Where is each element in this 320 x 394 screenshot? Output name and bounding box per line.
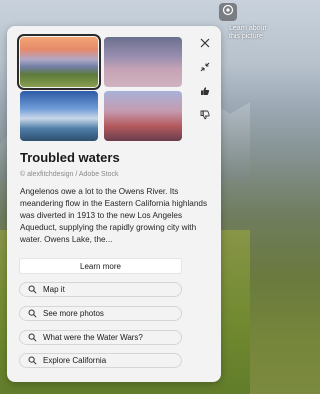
dislike-button[interactable] — [197, 108, 213, 124]
card-title: Troubled waters — [20, 150, 120, 165]
search-icon — [28, 356, 37, 365]
thumbs-up-icon — [200, 83, 210, 101]
collapse-button[interactable] — [197, 60, 213, 76]
close-button[interactable] — [197, 36, 213, 52]
chip-water-wars[interactable]: What were the Water Wars? — [19, 330, 182, 345]
search-icon — [28, 333, 37, 342]
chip-map-it[interactable]: Map it — [19, 282, 182, 297]
info-card: Troubled waters © alexfitchdesign / Adob… — [7, 26, 221, 382]
learn-about-picture-label: Learn about this picture — [229, 25, 267, 40]
camera-button[interactable] — [219, 3, 237, 21]
thumbs-down-icon — [200, 107, 210, 125]
chip-explore-california[interactable]: Explore California — [19, 353, 182, 368]
collapse-icon — [200, 59, 210, 77]
search-icon — [28, 309, 37, 318]
chip-label: Explore California — [43, 356, 107, 365]
thumbnail-3[interactable] — [20, 91, 98, 141]
like-button[interactable] — [197, 84, 213, 100]
close-icon — [200, 35, 210, 53]
thumbnail-4[interactable] — [104, 91, 182, 141]
camera-icon — [222, 3, 234, 21]
chip-label: Map it — [43, 285, 65, 294]
learn-more-button[interactable]: Learn more — [19, 258, 182, 274]
chip-label: See more photos — [43, 309, 104, 318]
chip-label: What were the Water Wars? — [43, 333, 143, 342]
chip-see-more-photos[interactable]: See more photos — [19, 306, 182, 321]
search-icon — [28, 285, 37, 294]
photo-credit: © alexfitchdesign / Adobe Stock — [20, 171, 119, 178]
thumbnail-2[interactable] — [104, 37, 182, 87]
thumbnail-1[interactable] — [17, 34, 101, 90]
card-description: Angelenos owe a lot to the Owens River. … — [20, 187, 208, 244]
